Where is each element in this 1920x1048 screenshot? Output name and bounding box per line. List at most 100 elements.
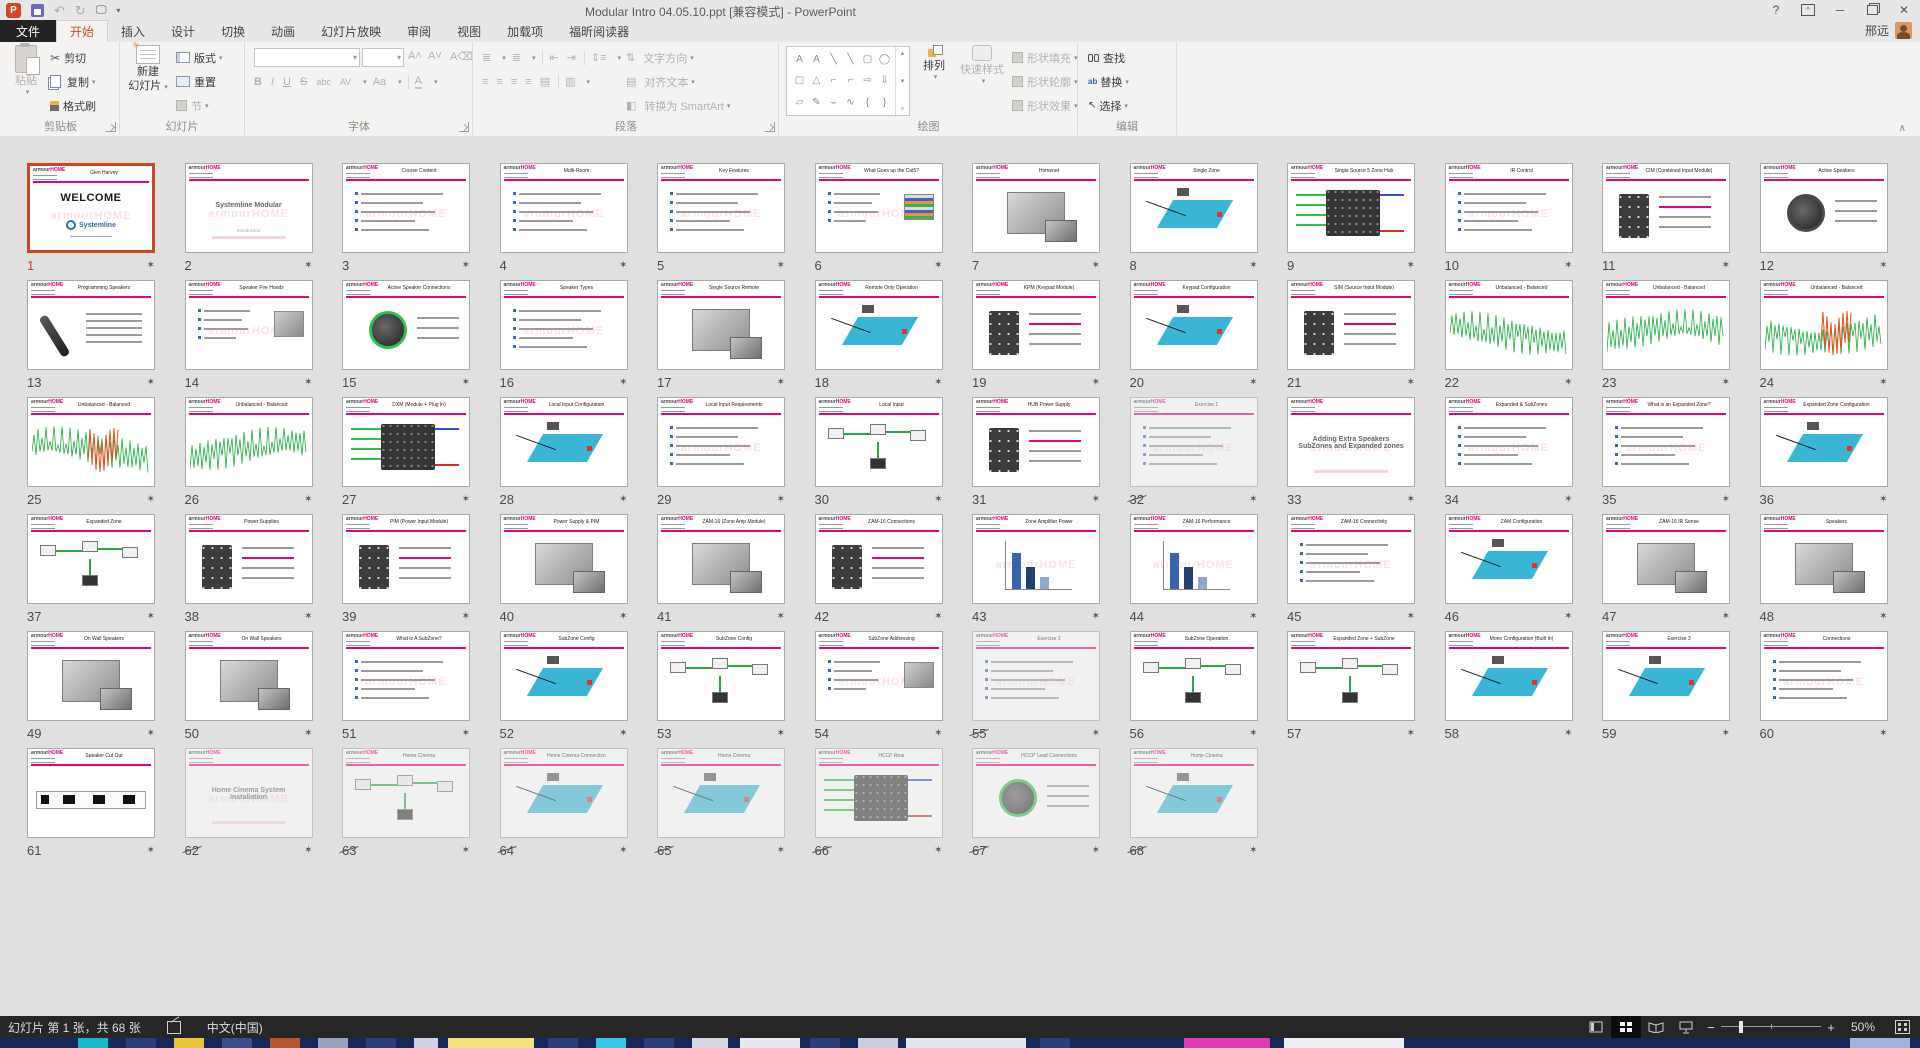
transition-star-icon[interactable]: ✶ (1249, 494, 1257, 505)
shape-glyph-5[interactable]: ◯ (879, 54, 890, 65)
slide-thumbnail[interactable]: armourHOMEWhat is A SubZone?armourHOME (342, 631, 470, 721)
slide-thumbnail[interactable]: armourHOMESingle Source Remote (657, 280, 785, 370)
line-spacing-icon[interactable]: ⇕≡ (591, 51, 607, 64)
slide-thumbnail[interactable]: armourHOMEMulti-RoomarmourHOME (500, 163, 628, 253)
slide-sorter-view-icon[interactable] (1611, 1016, 1641, 1038)
taskbar-item-14[interactable] (810, 1038, 840, 1048)
font-dialog-launcher-icon[interactable] (459, 122, 469, 132)
spell-check-icon[interactable] (167, 1021, 181, 1034)
transition-star-icon[interactable]: ✶ (147, 845, 155, 856)
shape-glyph-6[interactable]: ▢ (795, 75, 804, 86)
transition-star-icon[interactable]: ✶ (1249, 260, 1257, 271)
arrange-button[interactable]: 排列▾ (916, 45, 952, 119)
transition-star-icon[interactable]: ✶ (462, 260, 470, 271)
transition-star-icon[interactable]: ✶ (1722, 611, 1730, 622)
slide-thumbnail[interactable]: armourHOMESIM (Source Input Module) (1287, 280, 1415, 370)
transition-star-icon[interactable]: ✶ (1407, 260, 1415, 271)
slide-thumbnail[interactable]: armourHOMEZAM-16 ConnectivityarmourHOME (1287, 514, 1415, 604)
minimize-button[interactable]: ─ (1824, 0, 1856, 20)
slide-thumbnail[interactable]: armourHOMEDXM (Module + Plug In) (342, 397, 470, 487)
shape-glyph-13[interactable]: ✎ (812, 97, 820, 108)
slide-thumbnail[interactable]: armourHOMEHCCP Lead Connections (972, 748, 1100, 838)
transition-star-icon[interactable]: ✶ (619, 377, 627, 388)
slide-thumbnail[interactable]: armourHOMELocal Input (815, 397, 943, 487)
text-direction-button[interactable]: ⇅文字方向▾ (626, 47, 694, 68)
transition-star-icon[interactable]: ✶ (304, 845, 312, 856)
collapse-ribbon-icon[interactable]: ∧ (1899, 123, 1906, 134)
undo-icon[interactable]: ↶ (54, 4, 65, 17)
transition-star-icon[interactable]: ✶ (1249, 611, 1257, 622)
shape-glyph-2[interactable]: ╲ (830, 54, 836, 65)
slide-thumbnail[interactable]: armourHOMEIR ControlarmourHOME (1445, 163, 1573, 253)
slide-thumbnail[interactable]: armourHOMEHome Cinema (657, 748, 785, 838)
slide-thumbnail[interactable]: armourHOMEKey FeaturesarmourHOME (657, 163, 785, 253)
taskbar-item-4[interactable] (270, 1038, 300, 1048)
zoom-slider[interactable] (1721, 1016, 1821, 1038)
slide-thumbnail[interactable]: armourHOMESingle Source 5 Zone Hub (1287, 163, 1415, 253)
taskbar-item-1[interactable] (126, 1038, 156, 1048)
align-center-icon[interactable]: ≡ (496, 76, 502, 88)
tab-view[interactable]: 视图 (444, 20, 494, 42)
shape-outline-button[interactable]: 形状轮廓▾ (1012, 71, 1078, 92)
slide-thumbnail[interactable]: armourHOMEHome Cinema (342, 748, 470, 838)
italic-button[interactable]: I (271, 76, 274, 88)
tab-insert[interactable]: 插入 (108, 20, 158, 42)
transition-star-icon[interactable]: ✶ (1407, 494, 1415, 505)
clear-formatting-button[interactable]: A⌫ (450, 50, 473, 63)
grow-font-button[interactable]: A˄ (408, 50, 422, 62)
slide-thumbnail[interactable]: armourHOMEPower Supplies (185, 514, 313, 604)
slide-thumbnail[interactable]: armourHOMEConnectionsarmourHOME (1760, 631, 1888, 721)
transition-star-icon[interactable]: ✶ (1092, 260, 1100, 271)
transition-star-icon[interactable]: ✶ (777, 728, 785, 739)
slide-thumbnail[interactable]: armourHOMEPIM (Power Input Module) (342, 514, 470, 604)
slide-thumbnail[interactable]: armourHOMEProgramming Speakers (27, 280, 155, 370)
slide-thumbnail[interactable]: armourHOMESpeakers (1760, 514, 1888, 604)
slide-thumbnail[interactable]: armourHOMEExercise 1armourHOME (1130, 397, 1258, 487)
slide-thumbnail[interactable]: armourHOMEZone Amplifier PowerarmourHOME (972, 514, 1100, 604)
slide-thumbnail[interactable]: armourHOMEUnbalanced - Balanced (1760, 280, 1888, 370)
zoom-out-button[interactable]: − (1701, 1020, 1721, 1035)
powerpoint-icon[interactable]: P (6, 3, 21, 18)
taskbar-item-18[interactable] (1184, 1038, 1270, 1048)
slide-thumbnail[interactable]: armourHOMEHome Cinema (1130, 748, 1258, 838)
distribute-icon[interactable]: ▤ (540, 75, 550, 88)
shape-effects-button[interactable]: 形状效果▾ (1012, 95, 1078, 116)
select-button[interactable]: ↖选择▾ (1088, 95, 1128, 116)
slide-thumbnail[interactable]: armourHOMEZAM-16 Connections (815, 514, 943, 604)
zoom-level[interactable]: 50% (1841, 1020, 1885, 1034)
increase-indent-icon[interactable]: ⇥ (567, 51, 576, 64)
slide-sorter-area[interactable]: armourHOMEGlen HarveyarmourHOMEWELCOMESy… (0, 136, 1920, 1016)
cut-button[interactable]: ✂剪切 (50, 47, 86, 68)
transition-star-icon[interactable]: ✶ (1722, 728, 1730, 739)
transition-star-icon[interactable]: ✶ (1092, 845, 1100, 856)
qat-customize-icon[interactable]: ▾ (116, 6, 120, 15)
character-spacing-button[interactable]: AV (340, 77, 351, 87)
slide-thumbnail[interactable]: armourHOMESpeaker Cut Out (27, 748, 155, 838)
slide-thumbnail[interactable]: armourHOMEHCCP Rear (815, 748, 943, 838)
slide-thumbnail[interactable]: armourHOMEZAM-16 PerformancearmourHOME (1130, 514, 1258, 604)
slide-thumbnail[interactable]: armourHOMEExpanded & SubZonesarmourHOME (1445, 397, 1573, 487)
transition-star-icon[interactable]: ✶ (147, 494, 155, 505)
slide-thumbnail[interactable]: armourHOMEActive Speakers (1760, 163, 1888, 253)
transition-star-icon[interactable]: ✶ (777, 611, 785, 622)
align-text-button[interactable]: ▤对齐文本▾ (626, 71, 695, 92)
zoom-slider-thumb[interactable] (1739, 1021, 1743, 1033)
transition-star-icon[interactable]: ✶ (1722, 494, 1730, 505)
slide-thumbnail[interactable]: armourHOMESubZone Operation (1130, 631, 1258, 721)
slide-thumbnail[interactable]: armourHOMEZAM-16 (Zone Amp Module) (657, 514, 785, 604)
slide-thumbnail[interactable]: armourHOMEPower Supply & PIM (500, 514, 628, 604)
slide-thumbnail[interactable]: armourHOMEExpanded Zone Configuration (1760, 397, 1888, 487)
transition-star-icon[interactable]: ✶ (304, 494, 312, 505)
shape-glyph-16[interactable]: { (866, 97, 869, 108)
taskbar-item-0[interactable] (78, 1038, 108, 1048)
shapes-gallery[interactable]: AA╲╲▢◯▢△⌐⌐⇨⇩▱✎⌣∿{} ▴▾▿ (786, 46, 910, 116)
transition-star-icon[interactable]: ✶ (619, 728, 627, 739)
tab-file[interactable]: 文件 (0, 20, 56, 42)
transition-star-icon[interactable]: ✶ (147, 260, 155, 271)
section-button[interactable]: 节▾ (176, 95, 209, 116)
slide-thumbnail[interactable]: armourHOMECourse ContentarmourHOME (342, 163, 470, 253)
transition-star-icon[interactable]: ✶ (462, 611, 470, 622)
slide-thumbnail[interactable]: armourHOMEZAM Configuration (1445, 514, 1573, 604)
slide-thumbnail[interactable]: armourHOMERemote Only Operation (815, 280, 943, 370)
slide-thumbnail[interactable]: armourHOMEarmourHOMEHome Cinema System I… (185, 748, 313, 838)
